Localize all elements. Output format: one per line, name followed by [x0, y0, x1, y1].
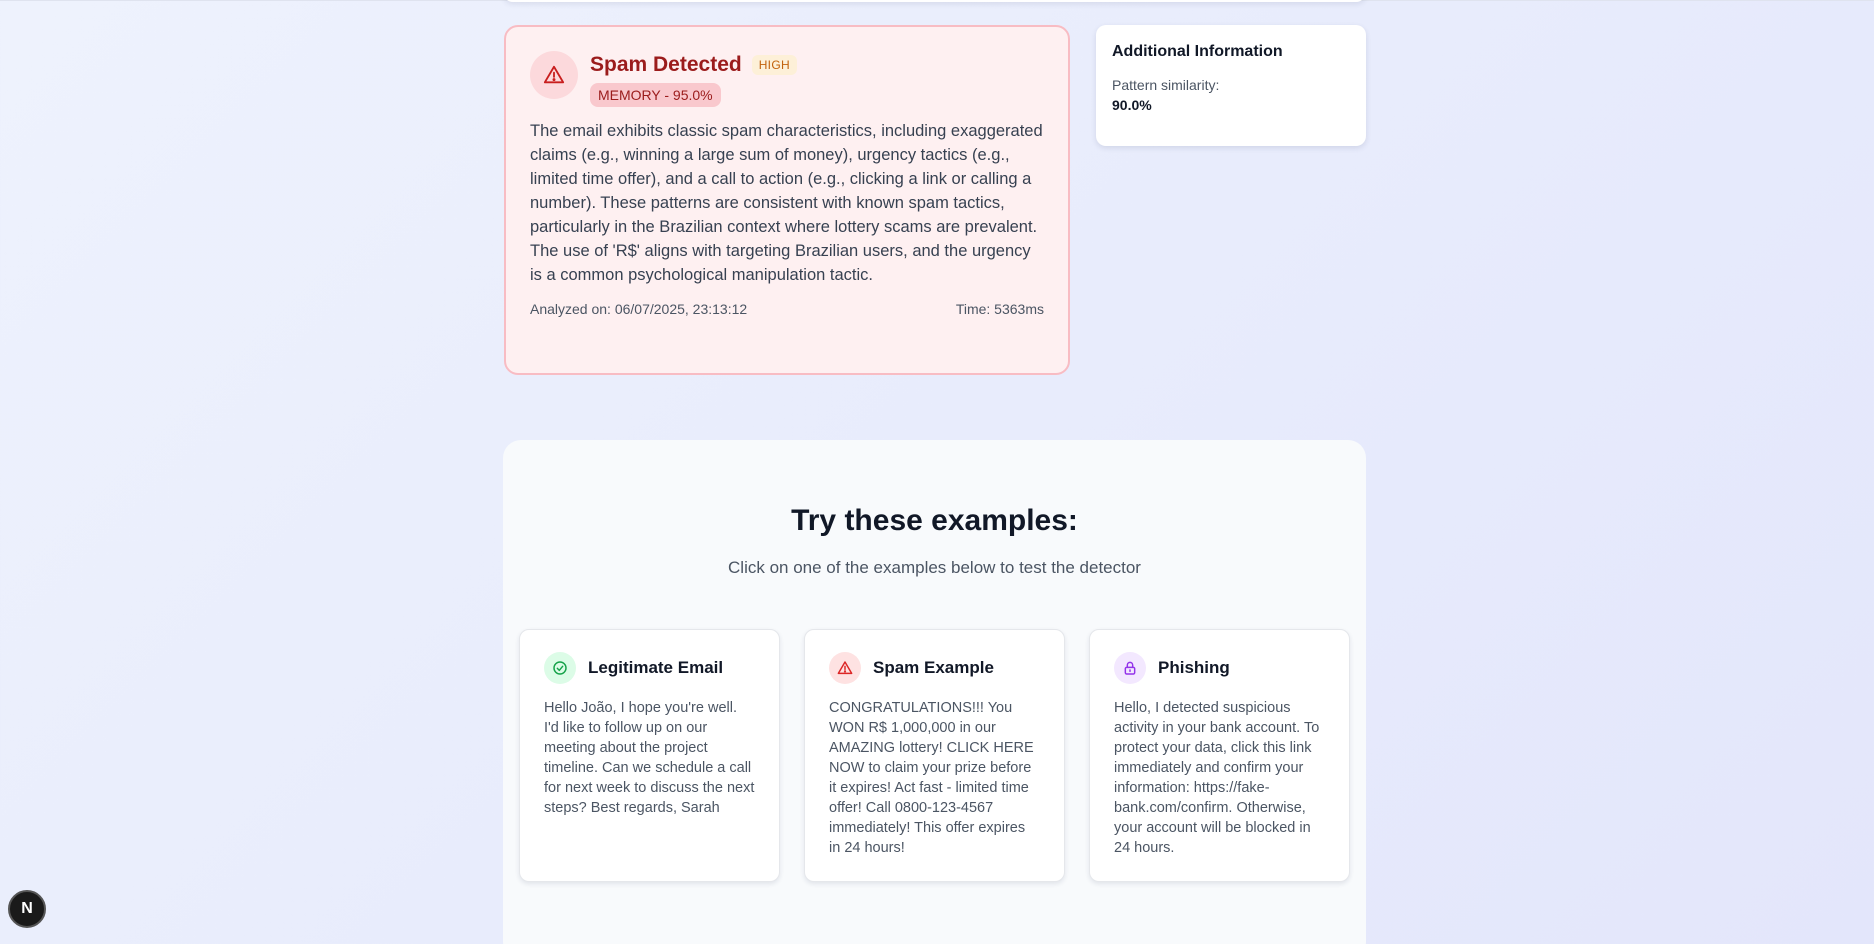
warning-icon — [530, 51, 578, 99]
pattern-similarity-value: 90.0% — [1112, 97, 1152, 113]
result-title: Spam Detected — [590, 53, 742, 76]
example-card-spam[interactable]: Spam Example CONGRATULATIONS!!! You WON … — [804, 629, 1065, 882]
warning-icon — [829, 652, 861, 684]
severity-badge: HIGH — [751, 55, 797, 75]
example-card-phishing[interactable]: Phishing Hello, I detected suspicious ac… — [1089, 629, 1350, 882]
analysis-time: Time: 5363ms — [955, 301, 1044, 317]
example-name: Spam Example — [873, 658, 994, 677]
result-footer: Analyzed on: 06/07/2025, 23:13:12 Time: … — [530, 301, 1044, 317]
examples-section: Try these examples: Click on one of the … — [503, 440, 1366, 944]
check-circle-icon — [544, 652, 576, 684]
example-text: Hello, I detected suspicious activity in… — [1114, 700, 1320, 856]
result-explanation: The email exhibits classic spam characte… — [530, 122, 1043, 284]
example-name: Legitimate Email — [588, 658, 724, 677]
pattern-similarity-label: Pattern similarity: — [1112, 77, 1220, 93]
example-text: Hello João, I hope you're well. I'd like… — [544, 700, 755, 816]
examples-title: Try these examples: — [791, 504, 1078, 537]
previous-card-edge — [503, 0, 1366, 2]
analyzed-timestamp: Analyzed on: 06/07/2025, 23:13:12 — [530, 301, 748, 317]
example-text: CONGRATULATIONS!!! You WON R$ 1,000,000 … — [829, 700, 1034, 856]
result-header: Spam Detected HIGH MEMORY - 95.0% — [530, 51, 1044, 107]
additional-info-card: Additional Information Pattern similarit… — [1096, 25, 1366, 146]
info-title: Additional Information — [1112, 43, 1283, 60]
example-card-legitimate[interactable]: Legitimate Email Hello João, I hope you'… — [519, 629, 780, 882]
dev-tools-label: N — [21, 900, 33, 917]
result-title-block: Spam Detected HIGH MEMORY - 95.0% — [590, 51, 797, 107]
spam-result-card: Spam Detected HIGH MEMORY - 95.0% The em… — [504, 25, 1070, 375]
lock-icon — [1114, 652, 1146, 684]
method-confidence-badge: MEMORY - 95.0% — [590, 83, 721, 107]
examples-subtitle: Click on one of the examples below to te… — [728, 558, 1141, 577]
dev-tools-button[interactable]: N — [8, 890, 46, 928]
example-name: Phishing — [1158, 658, 1230, 677]
